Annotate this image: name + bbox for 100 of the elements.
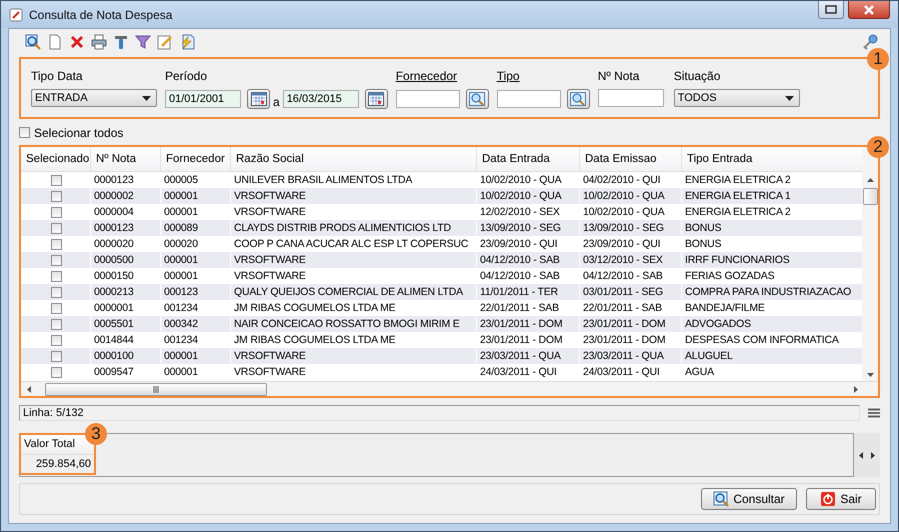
- table-cell: 24/03/2011 - QUI: [580, 364, 682, 380]
- filter-label: Tipo Data: [31, 69, 84, 83]
- column-header[interactable]: Razão Social: [231, 147, 477, 171]
- lightning-document-icon[interactable]: [179, 34, 195, 50]
- date-field[interactable]: 01/01/2001: [165, 90, 241, 108]
- callout-badge: 1: [867, 48, 889, 70]
- column-header[interactable]: Data Emissao: [580, 147, 682, 171]
- checkbox[interactable]: [50, 334, 62, 346]
- search-icon: [713, 491, 730, 507]
- date-field[interactable]: 16/03/2015: [282, 90, 359, 108]
- scroll-thumb[interactable]: [862, 188, 878, 205]
- checkbox[interactable]: [50, 190, 62, 202]
- checkbox[interactable]: [50, 174, 62, 186]
- table-cell: CLAYDS DISTRIB PRODS ALIMENTICIOS LTD: [231, 220, 477, 236]
- callout-badge: 2: [867, 136, 889, 158]
- table-cell: 04/12/2010 - SAB: [477, 252, 580, 268]
- menu-icon[interactable]: [868, 408, 880, 418]
- table-cell: 03/12/2010 - SEX: [580, 252, 682, 268]
- table-cell: 000001: [161, 364, 231, 380]
- restore-button[interactable]: [818, 1, 844, 19]
- calendar-button[interactable]: [247, 89, 270, 109]
- column-header[interactable]: Selecionado: [21, 147, 91, 171]
- tools-icon[interactable]: [113, 34, 129, 50]
- lookup-field[interactable]: [496, 90, 561, 108]
- column-header[interactable]: Fornecedor: [161, 147, 231, 171]
- table-cell: 000342: [161, 316, 231, 332]
- checkbox[interactable]: [50, 206, 62, 218]
- status-field: Linha: 5/132: [19, 405, 860, 421]
- restore-icon: [825, 5, 837, 14]
- calendar-button[interactable]: [364, 89, 388, 109]
- table-cell: 13/09/2010 - SEG: [580, 220, 682, 236]
- dropdown[interactable]: TODOS: [674, 89, 800, 107]
- filter-label: Período: [165, 69, 208, 83]
- total-value: 259.854,60: [34, 457, 92, 472]
- table-cell: 23/03/2011 - QUA: [477, 348, 580, 364]
- table-cell: 03/01/2011 - SEG: [580, 284, 682, 300]
- search-button[interactable]: [566, 89, 590, 109]
- search-button[interactable]: [466, 89, 489, 109]
- checkbox[interactable]: [50, 286, 62, 298]
- filter-icon[interactable]: [135, 34, 151, 50]
- edit-icon[interactable]: [157, 34, 173, 50]
- power-icon: [820, 491, 836, 507]
- filter-link[interactable]: Tipo: [496, 69, 590, 83]
- magnifier-icon[interactable]: [25, 34, 41, 50]
- checkbox[interactable]: [50, 302, 62, 314]
- checkbox[interactable]: [50, 222, 62, 234]
- search-button[interactable]: Consultar: [701, 488, 797, 510]
- table-cell: 0005501: [91, 316, 161, 332]
- table-cell: 0000123: [91, 220, 161, 236]
- horizontal-scrollbar[interactable]: [21, 381, 878, 396]
- scroll-right-icon[interactable]: [871, 452, 875, 458]
- table-cell: 000001: [161, 252, 231, 268]
- table-cell: 23/01/2011 - DOM: [477, 316, 580, 332]
- checkbox[interactable]: [50, 270, 62, 282]
- lookup-field[interactable]: [396, 90, 460, 108]
- filter-link[interactable]: Fornecedor: [396, 69, 489, 83]
- table-cell: 000089: [161, 220, 231, 236]
- scroll-up-icon[interactable]: [866, 178, 874, 182]
- app-icon: [9, 8, 23, 22]
- close-icon: [863, 4, 875, 14]
- text-field[interactable]: [598, 89, 664, 107]
- table-cell: VRSOFTWARE: [231, 364, 477, 380]
- table-cell: 000001: [161, 188, 231, 204]
- table-cell: 0000002: [91, 188, 161, 204]
- scroll-left-icon[interactable]: [859, 452, 863, 458]
- checkbox[interactable]: [19, 127, 30, 138]
- delete-icon[interactable]: [69, 34, 85, 50]
- table-cell: QUALY QUEIJOS COMERCIAL DE ALIMEN LTDA: [231, 284, 477, 300]
- column-header[interactable]: Nº Nota: [91, 147, 161, 171]
- table-cell: 23/01/2011 - DOM: [580, 316, 682, 332]
- column-header[interactable]: Data Entrada: [477, 147, 580, 171]
- checkbox[interactable]: [50, 366, 62, 378]
- table-cell: VRSOFTWARE: [231, 188, 477, 204]
- table-cell: 000123: [161, 284, 231, 300]
- exit-button[interactable]: Sair: [806, 488, 876, 510]
- key-icon[interactable]: [862, 34, 878, 50]
- table-cell: VRSOFTWARE: [231, 252, 477, 268]
- scroll-right-icon[interactable]: [854, 386, 858, 392]
- grip-icon[interactable]: [153, 386, 159, 392]
- window-title: Consulta de Nota Despesa: [29, 8, 172, 22]
- scroll-left-icon[interactable]: [27, 386, 31, 392]
- table-cell: 10/02/2010 - QUA: [580, 188, 682, 204]
- printer-icon[interactable]: [91, 34, 107, 50]
- document-icon[interactable]: [47, 34, 63, 50]
- checkbox[interactable]: [50, 318, 62, 330]
- table-cell: VRSOFTWARE: [231, 348, 477, 364]
- dropdown[interactable]: ENTRADA: [31, 89, 157, 107]
- table-cell: 24/03/2011 - QUI: [477, 364, 580, 380]
- checkbox[interactable]: [50, 254, 62, 266]
- checkbox[interactable]: [50, 238, 62, 250]
- filter-label: Nº Nota: [598, 69, 640, 83]
- close-button[interactable]: [848, 1, 890, 19]
- table-cell: 13/09/2010 - SEG: [477, 220, 580, 236]
- scroll-down-icon[interactable]: [866, 373, 874, 377]
- table-cell: 23/03/2011 - QUA: [580, 348, 682, 364]
- caret-icon: [784, 96, 794, 100]
- table-cell: 0000500: [91, 252, 161, 268]
- callout-badge: 3: [85, 423, 107, 445]
- checkbox[interactable]: [50, 350, 62, 362]
- filter-label: Situação: [674, 69, 722, 83]
